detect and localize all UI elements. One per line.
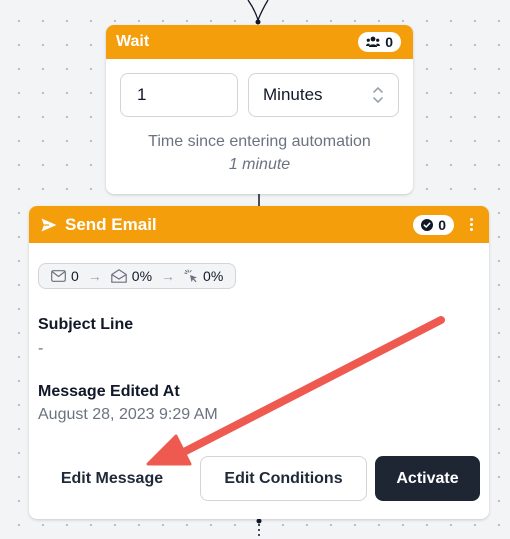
wait-amount-input[interactable]: 1: [120, 73, 238, 117]
activate-button[interactable]: Activate: [375, 456, 480, 501]
edit-message-button[interactable]: Edit Message: [29, 456, 195, 501]
mail-open-icon: [110, 269, 127, 283]
wait-unit-value: Minutes: [263, 85, 323, 104]
stat-opened: 0%: [131, 268, 153, 284]
wait-unit-select[interactable]: Minutes: [248, 73, 399, 117]
arrow-right-icon: →: [161, 268, 176, 284]
wait-amount-value: 1: [137, 85, 147, 104]
mail-icon: [51, 270, 66, 282]
wait-step-title: Wait: [116, 33, 150, 50]
stat-clicked: 0%: [203, 268, 224, 284]
completed-count-badge: 0: [413, 214, 454, 235]
chevron-up-down-icon: [373, 87, 383, 103]
email-stats-pill: 0 → 0% → 0%: [38, 263, 237, 289]
wait-summary: 1 minute: [228, 156, 291, 173]
send-email-header: Send Email 0: [29, 206, 489, 243]
completed-count: 0: [438, 216, 446, 233]
arrow-right-icon: →: [87, 268, 102, 284]
contacts-count: 0: [385, 34, 393, 50]
message-edited-label: Message Edited At: [38, 383, 180, 400]
edit-conditions-button[interactable]: Edit Conditions: [200, 456, 367, 501]
send-email-step-card[interactable]: Send Email 0 0 → 0% → 0% Subject Line - …: [29, 206, 489, 519]
stat-sent: 0: [71, 268, 79, 284]
wait-description: Time since entering automation: [148, 133, 371, 150]
users-icon: [366, 36, 381, 47]
check-circle-icon: [421, 218, 434, 231]
contacts-count-badge: 0: [358, 32, 401, 52]
wait-step-header: Wait 0: [106, 25, 413, 59]
subject-line-label: Subject Line: [38, 316, 134, 333]
subject-line-value: -: [38, 340, 44, 357]
message-edited-value: August 28, 2023 9:29 AM: [38, 406, 218, 423]
wait-step-card[interactable]: Wait 0 1 Minutes Time since entering aut…: [106, 25, 413, 194]
pointer-click-icon: [184, 269, 198, 283]
send-icon: [41, 218, 57, 231]
send-email-title: Send Email: [65, 214, 157, 234]
more-vertical-icon[interactable]: [466, 216, 477, 233]
